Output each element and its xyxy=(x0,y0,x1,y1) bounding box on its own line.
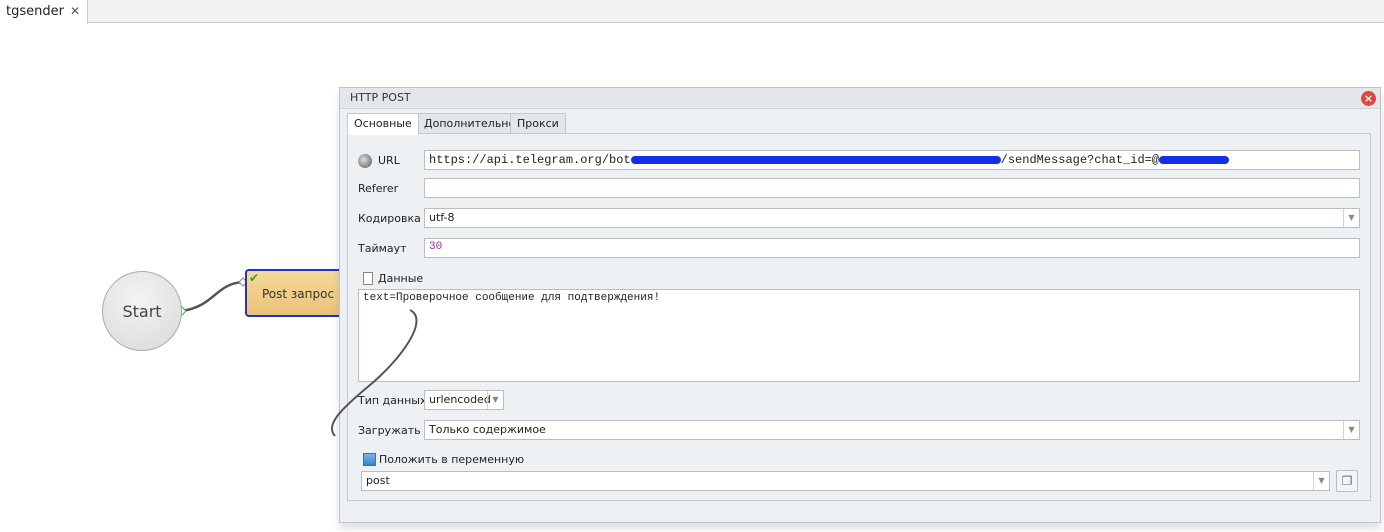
variable-select[interactable]: post ▼ xyxy=(361,471,1330,491)
close-icon[interactable]: × xyxy=(1361,91,1376,106)
tab-proxy[interactable]: Прокси xyxy=(510,113,566,134)
http-post-dialog: HTTP POST × Основные Дополнительно Прокс… xyxy=(339,87,1381,523)
referer-input[interactable] xyxy=(424,178,1360,198)
start-node[interactable]: Start xyxy=(102,271,182,351)
data-type-label: Тип данных xyxy=(358,394,427,407)
dialog-title: HTTP POST xyxy=(340,88,1380,109)
timeout-label: Таймаут xyxy=(358,242,407,255)
encoding-select[interactable]: utf-8 ▼ xyxy=(424,208,1360,228)
chevron-down-icon[interactable]: ▼ xyxy=(1343,421,1359,439)
chevron-down-icon[interactable]: ▼ xyxy=(487,391,503,409)
post-request-node[interactable]: ✔ Post запрос xyxy=(245,269,345,317)
save-variable-label: Положить в переменную xyxy=(379,453,525,466)
url-input[interactable]: https://api.telegram.org/bot/sendMessage… xyxy=(424,150,1360,170)
chevron-down-icon[interactable]: ▼ xyxy=(1343,209,1359,227)
url-label: URL xyxy=(378,154,400,167)
save-variable-checkbox[interactable] xyxy=(363,453,376,466)
connection-line xyxy=(181,280,244,313)
tab-additional[interactable]: Дополнительно xyxy=(417,113,523,134)
data-textarea[interactable]: text=Проверочное сообщение для подтвержд… xyxy=(358,289,1360,382)
redaction xyxy=(630,155,1001,164)
encoding-label: Кодировка xyxy=(358,212,421,225)
timeout-input[interactable]: 30 xyxy=(424,238,1360,258)
main-panel: URL https://api.telegram.org/bot/sendMes… xyxy=(347,133,1371,501)
chevron-down-icon[interactable]: ▼ xyxy=(1313,472,1329,490)
document-icon xyxy=(363,272,373,285)
globe-icon xyxy=(358,154,372,168)
load-label: Загружать xyxy=(358,424,421,437)
copy-button[interactable]: ❐ xyxy=(1336,470,1358,492)
redaction xyxy=(1159,155,1230,164)
load-select[interactable]: Только содержимое ▼ xyxy=(424,420,1360,440)
copy-icon: ❐ xyxy=(1341,474,1353,488)
check-icon: ✔ xyxy=(249,271,260,285)
data-label: Данные xyxy=(378,272,424,285)
referer-label: Referer xyxy=(358,182,399,195)
tab-main[interactable]: Основные xyxy=(347,113,419,135)
data-type-select[interactable]: urlencoded ▼ xyxy=(424,390,504,410)
